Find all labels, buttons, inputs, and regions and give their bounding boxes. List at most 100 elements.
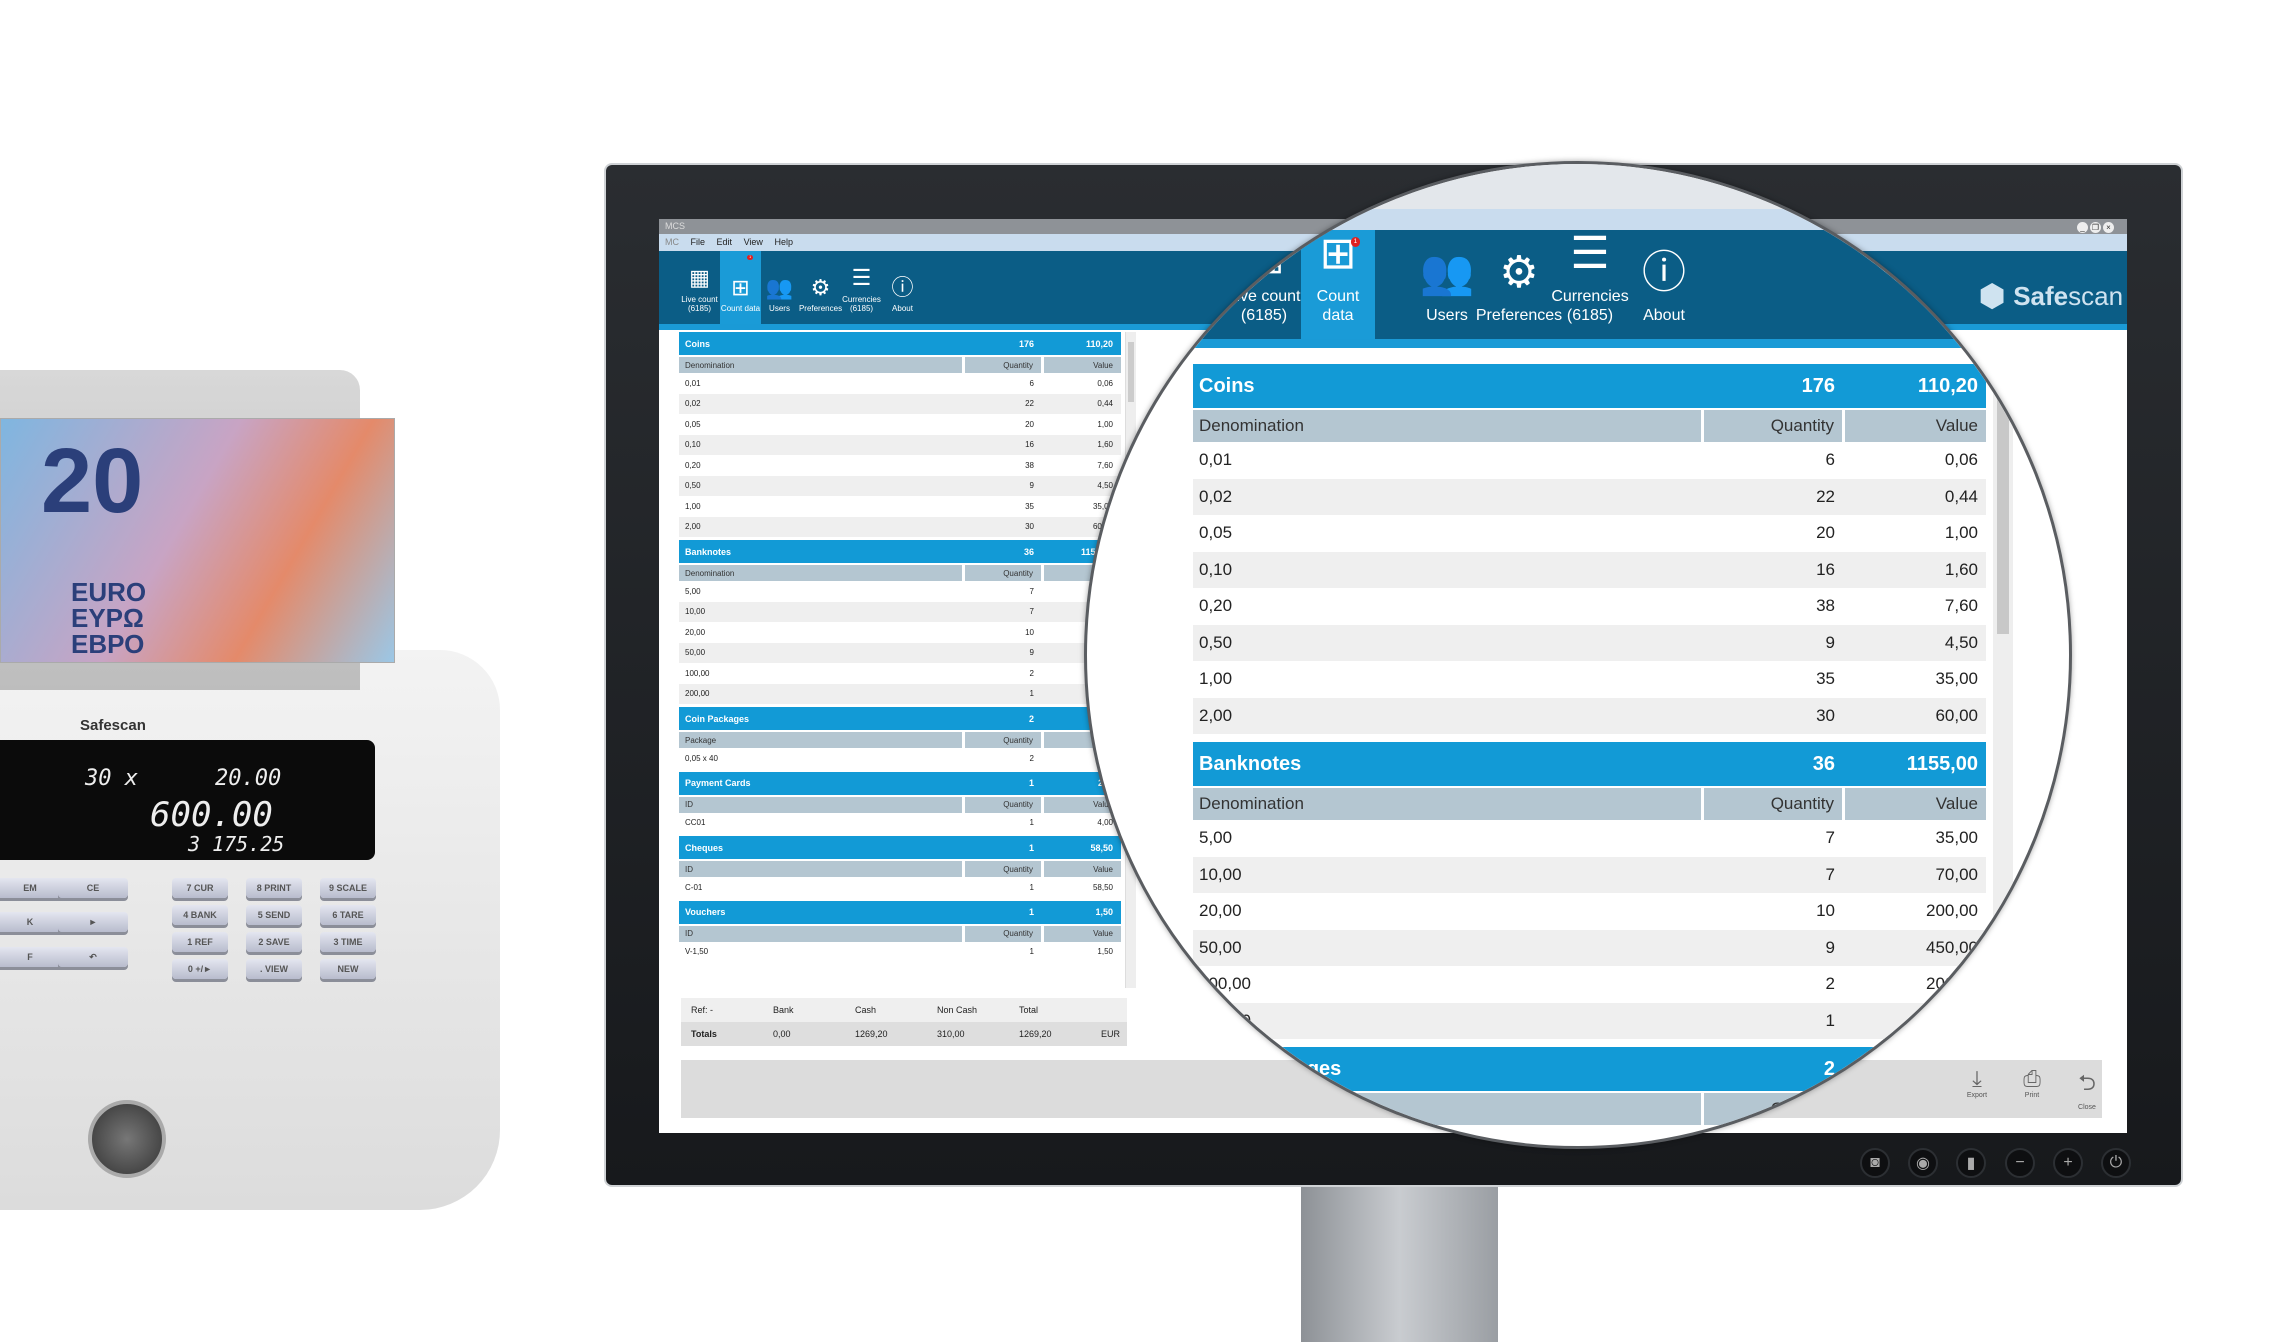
- table-row[interactable]: C-01 1 58,50: [679, 877, 1121, 898]
- column-header[interactable]: [1845, 1093, 1986, 1125]
- table-row[interactable]: V-1,50 1 1,50: [679, 942, 1121, 963]
- table-row[interactable]: 100,002200,00: [1193, 966, 1986, 1003]
- column-header[interactable]: Denomination: [1193, 410, 1701, 442]
- table-row[interactable]: 0,02 22 0,44: [679, 393, 1121, 414]
- menu-file[interactable]: File: [691, 237, 706, 247]
- column-header[interactable]: Value: [1044, 861, 1121, 877]
- minus-icon[interactable]: −: [2005, 1148, 2035, 1178]
- table-row[interactable]: 0,20 38 7,60: [679, 455, 1121, 476]
- column-header[interactable]: Package: [679, 732, 962, 748]
- menu-icon[interactable]: ◉: [1908, 1148, 1938, 1178]
- table-row[interactable]: 100,002200,00: [679, 663, 1121, 684]
- column-header[interactable]: Quantity: [965, 925, 1041, 942]
- tab-live-count-magnified[interactable]: ▦ Live count (6185): [1227, 229, 1301, 339]
- table-row[interactable]: 50,009450,00: [679, 642, 1121, 663]
- table-row[interactable]: 5,00735,00: [1193, 820, 1986, 857]
- restore-icon[interactable]: ❐: [2090, 222, 2101, 233]
- device-key[interactable]: ↶: [58, 947, 128, 967]
- device-key[interactable]: 9 SCALE: [320, 878, 376, 898]
- table-row[interactable]: 200,00 1: [1193, 1002, 1986, 1039]
- close-button[interactable]: ⮌ Close: [2064, 1066, 2110, 1111]
- tab-preferences[interactable]: ⚙ Preferences: [799, 251, 842, 324]
- device-key[interactable]: 8 PRINT: [246, 878, 302, 898]
- column-header[interactable]: Quantity: [1704, 1093, 1842, 1125]
- table-row[interactable]: 0,10 16 1,60: [1193, 551, 1986, 588]
- print-button[interactable]: ⎙ Print: [2009, 1066, 2055, 1099]
- table-row[interactable]: 5,00735,00: [679, 581, 1121, 602]
- column-header[interactable]: Quantity: [1704, 410, 1842, 442]
- table-row[interactable]: 0,05 20 1,00: [1193, 515, 1986, 552]
- column-header[interactable]: Quantity: [965, 732, 1041, 748]
- device-key[interactable]: NEW: [320, 959, 376, 979]
- device-key[interactable]: 2 SAVE: [246, 932, 302, 952]
- table-row[interactable]: 0,01 6 0,06: [679, 373, 1121, 394]
- column-header[interactable]: Denomination: [679, 357, 962, 373]
- close-icon[interactable]: ×: [2103, 222, 2114, 233]
- column-header[interactable]: Denomination: [679, 565, 962, 581]
- tab-about[interactable]: ⓘ About: [882, 251, 923, 324]
- table-row[interactable]: 0,05 20 1,00: [679, 414, 1121, 435]
- table-row[interactable]: 20,0010200,00: [679, 622, 1121, 643]
- table-row[interactable]: 1,00 35 35,00: [679, 496, 1121, 517]
- plus-icon[interactable]: +: [2053, 1148, 2083, 1178]
- menu-mc[interactable]: MC: [665, 237, 679, 247]
- tab-currencies[interactable]: ☰ Currencies (6185): [841, 251, 882, 324]
- column-header[interactable]: Quantity: [1704, 788, 1842, 820]
- menu-help[interactable]: Help: [774, 237, 793, 247]
- column-header[interactable]: Value: [1845, 788, 1986, 820]
- device-key[interactable]: ►: [58, 912, 128, 932]
- scrollbar-magnified[interactable]: [1993, 354, 2013, 1124]
- column-header[interactable]: Value: [1044, 357, 1121, 373]
- tab-users-magnified[interactable]: 👥 Users: [1410, 230, 1484, 339]
- device-key[interactable]: 1 REF: [172, 932, 228, 952]
- tab-users[interactable]: 👥 Users: [759, 251, 800, 324]
- column-header[interactable]: Value: [1845, 410, 1986, 442]
- table-row[interactable]: 0,02 22 0,44: [1193, 478, 1986, 515]
- tab-currencies-magnified[interactable]: ☰ Currencies (6185): [1551, 229, 1628, 339]
- column-header[interactable]: Quantity: [965, 796, 1041, 813]
- device-key[interactable]: 3 TIME: [320, 932, 376, 952]
- tab-count-data-magnified[interactable]: ⊞ Count data 1: [1301, 229, 1375, 339]
- tab-live-count[interactable]: ▦ Live count (6185): [679, 251, 720, 324]
- device-key[interactable]: 0 +/►: [172, 959, 228, 979]
- device-key[interactable]: 6 TARE: [320, 905, 376, 925]
- table-row[interactable]: 0,50 9 4,50: [1193, 624, 1986, 661]
- table-row[interactable]: 0,10 16 1,60: [679, 434, 1121, 455]
- settings-icon[interactable]: ▮: [1956, 1148, 1986, 1178]
- column-header[interactable]: Value: [1044, 925, 1121, 942]
- table-row[interactable]: 50,009450,00: [1193, 929, 1986, 966]
- column-header[interactable]: Quantity: [965, 565, 1041, 581]
- minimize-icon[interactable]: _: [2077, 222, 2088, 233]
- device-key[interactable]: 5 SEND: [246, 905, 302, 925]
- column-header[interactable]: Package: [1193, 1093, 1701, 1125]
- column-header[interactable]: ID: [679, 925, 962, 942]
- table-row[interactable]: 10,00770,00: [679, 601, 1121, 622]
- device-key[interactable]: 4 BANK: [172, 905, 228, 925]
- tab-about-magnified[interactable]: ⓘ About: [1627, 230, 1701, 339]
- table-row[interactable]: 0,01 6 0,06: [1193, 442, 1986, 479]
- tab-count-data[interactable]: ⊞ Count data 1: [720, 251, 761, 324]
- device-key[interactable]: 7 CUR: [172, 878, 228, 898]
- input-source-icon[interactable]: ◙: [1860, 1148, 1890, 1178]
- table-row[interactable]: 1,00 35 35,00: [1193, 661, 1986, 698]
- tab-preferences-magnified[interactable]: ⚙ Preferences: [1476, 230, 1562, 339]
- table-row[interactable]: CC01 1 4,00: [679, 813, 1121, 834]
- column-header[interactable]: ID: [679, 796, 962, 813]
- device-key[interactable]: . VIEW: [246, 959, 302, 979]
- column-header[interactable]: ID: [679, 861, 962, 877]
- table-row[interactable]: 10,00770,00: [1193, 856, 1986, 893]
- menu-view[interactable]: View: [744, 237, 763, 247]
- power-icon[interactable]: ⏻: [2101, 1148, 2131, 1178]
- table-row[interactable]: 0,20 38 7,60: [1193, 588, 1986, 625]
- table-row[interactable]: 0,50 9 4,50: [679, 475, 1121, 496]
- device-key[interactable]: CE: [58, 878, 128, 898]
- column-header[interactable]: Quantity: [965, 357, 1041, 373]
- table-row[interactable]: 0,05 x 40 2: [679, 748, 1121, 769]
- table-row[interactable]: 2,003060,00: [679, 516, 1121, 537]
- table-row[interactable]: 20,0010200,00: [1193, 893, 1986, 930]
- column-header[interactable]: Denomination: [1193, 788, 1701, 820]
- column-header[interactable]: Quantity: [965, 861, 1041, 877]
- menu-edit[interactable]: Edit: [717, 237, 733, 247]
- table-row[interactable]: 2,003060,00: [1193, 697, 1986, 734]
- table-row[interactable]: 200,00 1: [679, 683, 1121, 704]
